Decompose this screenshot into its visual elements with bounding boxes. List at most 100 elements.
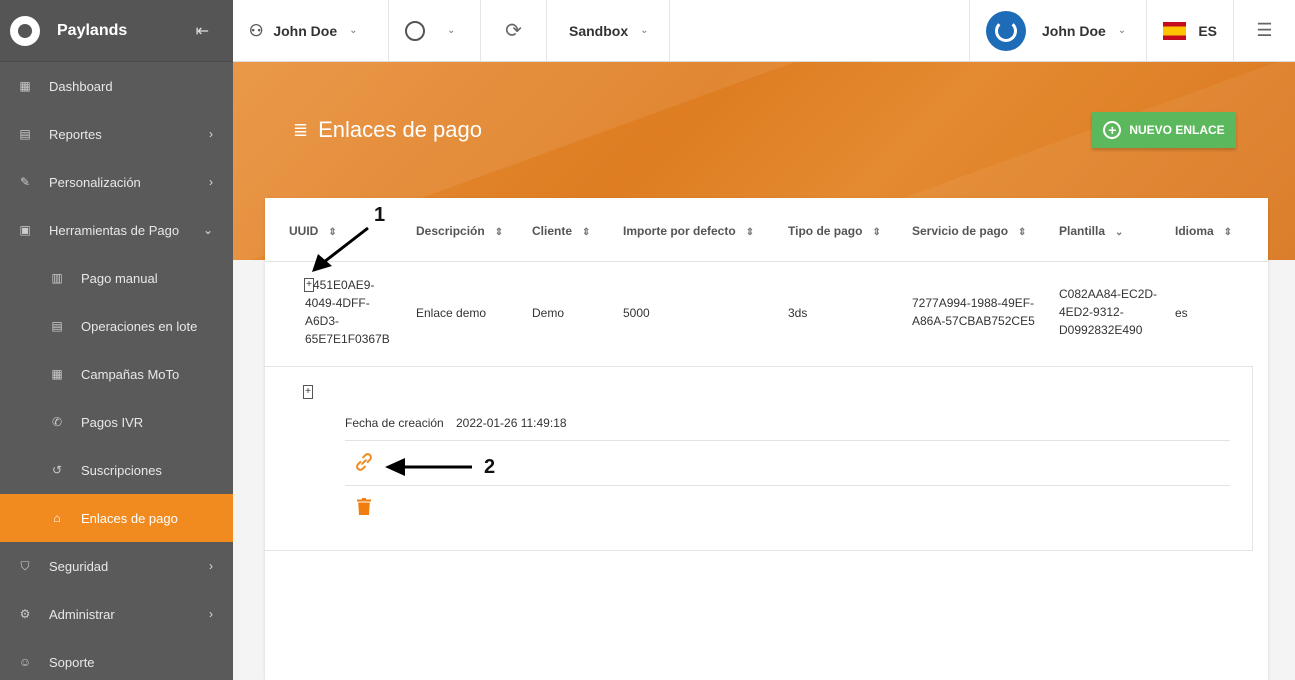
- sync-button[interactable]: ⟳: [481, 0, 547, 61]
- sidebar-item-pago-manual[interactable]: ▥ Pago manual: [0, 254, 233, 302]
- paylands-logo: [10, 15, 40, 46]
- column-header-uuid[interactable]: UUID ⇕: [289, 224, 337, 238]
- cell-servicio: 7277A994-1988-49EF- A86A-57CBAB752CE5: [912, 294, 1035, 330]
- sidebar-item-enlaces-pago[interactable]: ⌂ Enlaces de pago: [0, 494, 233, 542]
- column-header-tipo-pago[interactable]: Tipo de pago ⇕: [788, 224, 881, 238]
- sidebar-item-label: Suscripciones: [81, 462, 162, 478]
- sidebar-item-label: Dashboard: [49, 78, 113, 94]
- page-title-text: Enlaces de pago: [318, 117, 482, 142]
- sort-down-icon: ⌄: [1115, 227, 1124, 238]
- sidebar: Paylands ⇤ ▦ Dashboard ▤ Reportes › ✎ Pe…: [0, 0, 233, 680]
- chevron-down-icon: ⌄: [640, 25, 649, 36]
- language-selector[interactable]: ES: [1147, 0, 1234, 61]
- sort-icon: ⇕: [1018, 227, 1027, 238]
- trash-icon[interactable]: [357, 498, 371, 515]
- sidebar-item-label: Operaciones en lote: [81, 318, 198, 334]
- power-icon: [995, 19, 1017, 42]
- sidebar-item-label: Seguridad: [49, 558, 109, 574]
- account-name: John Doe: [273, 22, 338, 39]
- link-icon[interactable]: [353, 451, 375, 473]
- sidebar-item-administrar[interactable]: ⚙ Administrar ›: [0, 590, 233, 638]
- bank-icon: ⌂: [53, 511, 61, 525]
- chevron-right-icon: ›: [209, 559, 213, 573]
- sidebar-item-herramientas[interactable]: ▣ Herramientas de Pago ⌄: [0, 206, 233, 254]
- column-header-importe[interactable]: Importe por defecto ⇕: [623, 224, 754, 238]
- sidebar-item-label: Pago manual: [81, 270, 158, 286]
- cell-plantilla: C082AA84-EC2D- 4ED2-9312- D0992832E490: [1059, 285, 1157, 339]
- environment-name: Sandbox: [569, 22, 629, 39]
- creation-date-value: 2022-01-26 11:49:18: [456, 416, 567, 430]
- column-label: Descripción: [416, 224, 485, 238]
- cell-idioma: es: [1175, 306, 1188, 320]
- chevron-right-icon: ›: [209, 175, 213, 189]
- avatar: [986, 10, 1026, 51]
- chevron-down-icon: ⌄: [202, 223, 213, 237]
- cell-importe: 5000: [623, 306, 650, 320]
- environment-selector[interactable]: Sandbox ⌄: [547, 0, 670, 61]
- sidebar-item-soporte[interactable]: ☺ Soporte: [0, 638, 233, 680]
- creation-date-label: Fecha de creación: [345, 416, 444, 430]
- table-row[interactable]: + 451E0AE9- 4049-4DFF- A6D3- 65E7E1F0367…: [265, 262, 1253, 367]
- payment-tools-icon: ▣: [19, 223, 31, 237]
- annotation-label-2: 2: [484, 456, 496, 478]
- divider: [345, 485, 1230, 486]
- sidebar-item-label: Soporte: [49, 654, 95, 670]
- uuid-line: A6D3-: [305, 314, 340, 328]
- row-detail-panel: + Fecha de creación 2022-01-26 11:49:18: [265, 367, 1253, 551]
- support-icon: ☺: [18, 655, 32, 669]
- sidebar-item-label: Administrar: [49, 606, 115, 622]
- palette-selector[interactable]: ⌄: [389, 0, 481, 61]
- column-label: Tipo de pago: [788, 224, 863, 238]
- list-menu-button[interactable]: ☰: [1234, 0, 1295, 61]
- annotation-label-1: 1: [374, 204, 386, 226]
- cell-tipo-pago: 3ds: [788, 306, 808, 320]
- sidebar-item-dashboard[interactable]: ▦ Dashboard: [0, 62, 233, 110]
- chevron-right-icon: ›: [209, 607, 213, 621]
- servicio-line: 7277A994-1988-49EF-: [912, 296, 1035, 310]
- sidebar-item-pagos-ivr[interactable]: ✆ Pagos IVR: [0, 398, 233, 446]
- divider: [345, 440, 1230, 441]
- payment-links-table-card: UUID ⇕ Descripción ⇕ Cliente ⇕ Importe por …: [265, 198, 1268, 680]
- sidebar-item-suscripciones[interactable]: ↺ Suscripciones: [0, 446, 233, 494]
- new-link-label: NUEVO ENLACE: [1129, 123, 1225, 137]
- sort-icon: ⇕: [328, 227, 337, 238]
- brush-icon: ✎: [19, 175, 31, 189]
- sidebar-item-campanas-moto[interactable]: ▦ Campañas MoTo: [0, 350, 233, 398]
- column-header-descripcion[interactable]: Descripción ⇕: [416, 224, 503, 238]
- brand-header: Paylands ⇤: [0, 0, 233, 62]
- sidebar-item-operaciones-lote[interactable]: ▤ Operaciones en lote: [0, 302, 233, 350]
- palette-icon: [405, 20, 425, 41]
- chevron-right-icon: ›: [209, 127, 213, 141]
- column-header-idioma[interactable]: Idioma ⇕: [1175, 224, 1232, 238]
- spain-flag-icon: [1163, 21, 1187, 40]
- new-link-button[interactable]: + NUEVO ENLACE: [1092, 112, 1236, 148]
- sidebar-item-personalizacion[interactable]: ✎ Personalización ›: [0, 158, 233, 206]
- sort-icon: ⇕: [872, 227, 881, 238]
- sort-icon: ⇕: [582, 227, 591, 238]
- sync-icon: ⟳: [505, 20, 522, 42]
- sidebar-item-seguridad[interactable]: ⛉ Seguridad ›: [0, 542, 233, 590]
- uuid-line: 65E7E1F0367B: [305, 332, 390, 346]
- sidebar-item-reportes[interactable]: ▤ Reportes ›: [0, 110, 233, 158]
- user-name: John Doe: [1042, 22, 1106, 39]
- plantilla-line: C082AA84-EC2D-: [1059, 287, 1158, 301]
- column-header-servicio[interactable]: Servicio de pago ⇕: [912, 224, 1026, 238]
- column-label: Cliente: [532, 224, 573, 238]
- column-header-cliente[interactable]: Cliente ⇕: [532, 224, 590, 238]
- plantilla-line: D0992832E490: [1059, 323, 1143, 337]
- shield-icon: ⛉: [20, 558, 30, 573]
- collapse-row-button[interactable]: +: [303, 385, 313, 399]
- collapse-sidebar-icon[interactable]: ⇤: [196, 21, 209, 41]
- account-selector[interactable]: ⚇ John Doe ⌄: [233, 0, 389, 61]
- sort-icon: ⇕: [745, 227, 755, 238]
- column-label: Plantilla: [1059, 224, 1106, 238]
- chevron-down-icon: ⌄: [447, 25, 456, 36]
- column-label: Idioma: [1175, 224, 1214, 238]
- chevron-down-icon: ⌄: [1117, 25, 1127, 36]
- list-icon: ☰: [1256, 20, 1273, 40]
- phone-icon: ✆: [51, 415, 63, 429]
- column-header-plantilla[interactable]: Plantilla ⌄: [1059, 224, 1123, 238]
- sidebar-item-label: Pagos IVR: [81, 414, 144, 430]
- sidebar-item-label: Campañas MoTo: [81, 366, 180, 382]
- user-menu[interactable]: John Doe ⌄: [970, 0, 1147, 61]
